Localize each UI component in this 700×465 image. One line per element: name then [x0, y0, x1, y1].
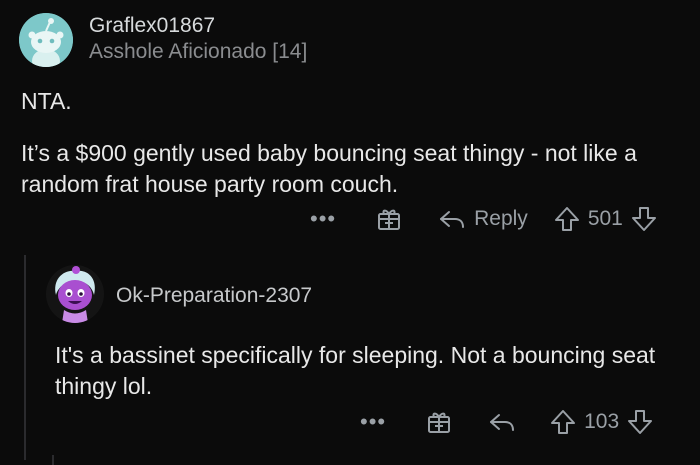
thread-line[interactable] [24, 255, 26, 460]
snoo-avatar-icon [19, 13, 73, 67]
downvote-arrow-icon[interactable] [631, 206, 657, 232]
vote-score: 501 [587, 207, 623, 230]
gift-award-icon[interactable] [426, 409, 452, 435]
more-options-button[interactable]: ••• [360, 409, 386, 435]
username[interactable]: Graflex01867 [89, 14, 215, 38]
more-options-button[interactable]: ••• [310, 206, 336, 232]
comment-paragraph: NTA. [21, 88, 72, 114]
reply-button[interactable]: Reply [438, 207, 528, 231]
upvote-arrow-icon[interactable] [550, 409, 576, 435]
comment-paragraph: It’s a $900 gently used baby bouncing se… [21, 140, 637, 197]
vote-score: 103 [584, 410, 620, 433]
reply-arrow-icon [438, 208, 466, 230]
comment-actions: ••• 103 [360, 405, 653, 439]
user-flair: Asshole Aficionado [14] [89, 40, 308, 63]
avatar[interactable] [46, 265, 104, 323]
reply-button[interactable] [488, 411, 524, 433]
comment-paragraph: It's a bassinet specifically for sleepin… [55, 342, 656, 399]
username[interactable]: Ok-Preparation-2307 [116, 284, 312, 308]
gift-award-icon[interactable] [376, 206, 402, 232]
reply-label: Reply [474, 207, 528, 230]
comment-actions: ••• Reply 501 [310, 202, 657, 236]
thread-line[interactable] [52, 455, 54, 465]
reply-arrow-icon [488, 411, 516, 433]
avatar[interactable] [19, 13, 73, 67]
upvote-arrow-icon[interactable] [554, 206, 580, 232]
character-avatar-icon [46, 265, 104, 323]
downvote-arrow-icon[interactable] [627, 409, 653, 435]
